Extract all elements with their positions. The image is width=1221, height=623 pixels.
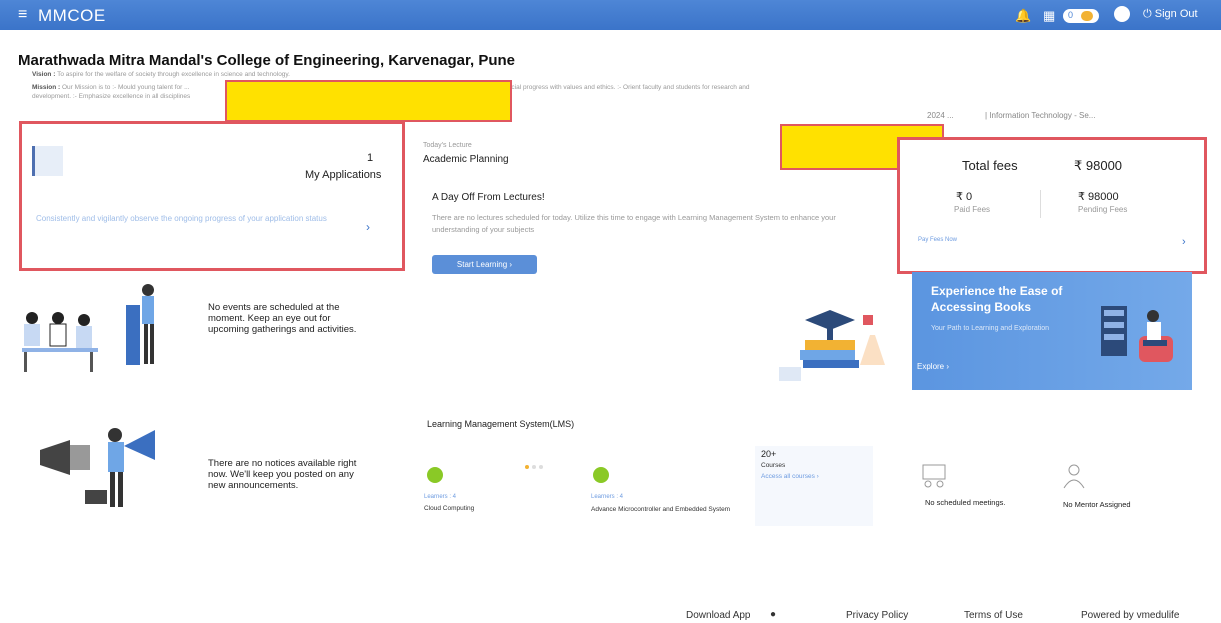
sign-out-label: Sign Out xyxy=(1154,8,1198,20)
brand-logo-text[interactable]: MMCOE xyxy=(38,6,106,26)
vision-text: To aspire for the welfare of society thr… xyxy=(57,71,290,78)
user-avatar-icon[interactable] xyxy=(1114,6,1130,22)
course-name[interactable]: Advance Microcontroller and Embedded Sys… xyxy=(591,505,741,514)
course-learners-count: Learners : 4 xyxy=(424,494,457,500)
mission-text: Our Mission is to :- Mould young talent … xyxy=(61,84,190,91)
pending-fees-amount: ₹ 98000 xyxy=(1078,191,1119,203)
lms-section-title: Learning Management System(LMS) xyxy=(427,419,575,429)
download-app-link[interactable]: Download App xyxy=(686,610,751,621)
coins-count: 0 xyxy=(1068,10,1074,20)
carousel-dot[interactable] xyxy=(532,465,536,469)
mission-line-2: development. :- Emphasize excellence in … xyxy=(32,93,191,100)
vision-line: Vision : To aspire for the welfare of so… xyxy=(32,71,290,78)
courses-summary-card: 20+ Courses Access all courses › xyxy=(755,446,873,526)
courses-label: Courses xyxy=(761,462,786,469)
todays-lecture-label: Today's Lecture xyxy=(423,142,472,149)
carousel-dots[interactable] xyxy=(525,456,546,474)
department-select[interactable]: | Information Technology - Se... xyxy=(985,111,1095,120)
mission-text-continued: social progress with values and ethics. … xyxy=(504,84,750,91)
course-monitor-icon[interactable] xyxy=(593,467,609,483)
pay-fees-link[interactable]: Pay Fees Now xyxy=(918,237,957,243)
access-all-courses-link[interactable]: Access all courses › xyxy=(761,473,819,480)
top-navbar: ≡ MMCOE 🔔 ▦ 0 ⏻ Sign Out xyxy=(0,0,1221,30)
no-mentor-message: No Mentor Assigned xyxy=(1063,500,1131,509)
day-off-description: There are no lectures scheduled for toda… xyxy=(432,213,836,234)
books-banner-title: Experience the Ease of Accessing Books xyxy=(931,284,1063,314)
carousel-dot[interactable] xyxy=(525,465,529,469)
sign-out-button[interactable]: ⏻ Sign Out xyxy=(1143,8,1198,21)
divider xyxy=(1040,190,1041,218)
carousel-dot[interactable] xyxy=(539,465,543,469)
hamburger-menu-icon[interactable]: ≡ xyxy=(18,7,27,23)
powered-by-text: Powered by vmedulife xyxy=(1081,610,1180,621)
coins-badge[interactable]: 0 xyxy=(1063,9,1099,23)
reading-illustration xyxy=(1101,306,1173,362)
applications-label: My Applications xyxy=(305,169,382,181)
fees-card: Total fees ₹ 98000 ₹ 0 Paid Fees ₹ 98000… xyxy=(897,137,1207,274)
paid-fees-label: Paid Fees xyxy=(954,205,991,214)
mission-label: Mission : xyxy=(32,84,61,91)
meeting-icon xyxy=(922,464,946,488)
college-title: Marathwada Mitra Mandal's College of Eng… xyxy=(18,52,516,69)
paid-fees-amount: ₹ 0 xyxy=(956,191,973,203)
books-banner[interactable]: Experience the Ease of Accessing Books Y… xyxy=(912,272,1192,390)
total-fees-label: Total fees xyxy=(962,158,1018,173)
start-learning-button[interactable]: Start Learning › xyxy=(432,255,537,274)
chevron-right-icon[interactable]: › xyxy=(366,220,370,234)
events-illustration xyxy=(22,284,154,372)
apps-grid-icon[interactable]: ▦ xyxy=(1043,8,1055,24)
no-meetings-message: No scheduled meetings. xyxy=(925,498,1006,507)
app-store-icons[interactable]: ● xyxy=(770,609,776,620)
explore-button[interactable]: Explore › xyxy=(917,362,949,371)
chevron-right-icon[interactable]: › xyxy=(1182,236,1186,248)
notification-bell-icon[interactable]: 🔔 xyxy=(1015,8,1031,24)
day-off-title: A Day Off From Lectures! xyxy=(432,192,545,203)
todays-lecture-value: Academic Planning xyxy=(423,154,509,165)
vision-label: Vision : xyxy=(32,71,56,78)
books-banner-subtitle: Your Path to Learning and Exploration xyxy=(931,325,1050,332)
total-fees-amount: ₹ 98000 xyxy=(1074,158,1123,173)
privacy-policy-link[interactable]: Privacy Policy xyxy=(846,610,908,621)
course-learners-count: Learners : 4 xyxy=(591,494,624,500)
education-illustration xyxy=(779,310,885,381)
no-notices-message: There are no notices available right now… xyxy=(208,458,357,491)
mentor-icon xyxy=(1063,464,1085,489)
no-events-message: No events are scheduled at the moment. K… xyxy=(208,302,357,335)
academic-year-select[interactable]: 2024 ... xyxy=(927,111,954,120)
terms-of-use-link[interactable]: Terms of Use xyxy=(964,610,1023,621)
redaction-box xyxy=(225,80,512,122)
notices-illustration xyxy=(40,428,155,507)
pending-fees-label: Pending Fees xyxy=(1078,205,1128,214)
trophy-icon xyxy=(1081,11,1093,21)
course-name[interactable]: Cloud Computing xyxy=(424,505,474,512)
courses-count: 20+ xyxy=(761,449,777,459)
applications-count: 1 xyxy=(367,152,374,164)
applications-description: Consistently and vigilantly observe the … xyxy=(36,214,327,223)
applications-card[interactable]: 1 My Applications Consistently and vigil… xyxy=(19,121,405,271)
course-monitor-icon[interactable] xyxy=(427,467,443,483)
application-document-icon xyxy=(32,146,63,176)
